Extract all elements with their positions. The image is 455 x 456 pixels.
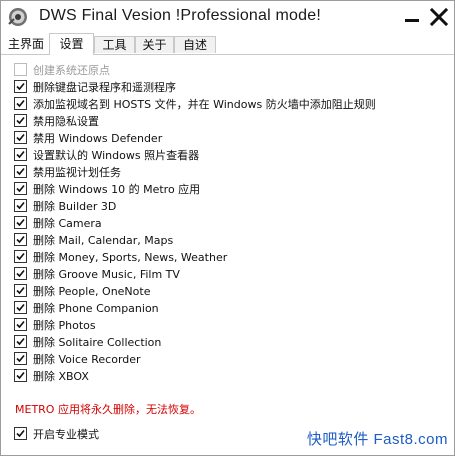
option-label: 设置默认的 Windows 照片查看器 xyxy=(33,148,200,162)
checkbox-box[interactable] xyxy=(14,267,27,280)
option-label: 创建系统还原点 xyxy=(33,63,110,77)
option-checkbox[interactable]: 设置默认的 Windows 照片查看器 xyxy=(14,146,199,163)
title-bar[interactable]: DWS Final Vesion !Professional mode! xyxy=(1,1,454,33)
option-label: 禁用隐私设置 xyxy=(33,114,99,128)
option-checkbox: 创建系统还原点 xyxy=(14,61,110,78)
option-checkbox[interactable]: 删除 Voice Recorder xyxy=(14,350,141,367)
checkbox-box[interactable] xyxy=(14,301,27,314)
option-checkbox[interactable]: 删除 Groove Music, Film TV xyxy=(14,265,180,282)
app-logo-icon xyxy=(7,6,29,28)
checkbox-box[interactable] xyxy=(14,165,27,178)
option-label: 删除键盘记录程序和遥测程序 xyxy=(33,80,176,94)
option-checkbox[interactable]: 删除 XBOX xyxy=(14,367,89,384)
option-label: 删除 Phone Companion xyxy=(33,301,159,315)
option-label: 删除 Mail, Calendar, Maps xyxy=(33,233,174,247)
tab-settings[interactable]: 设置 xyxy=(49,33,94,55)
option-checkbox[interactable]: 禁用监视计划任务 xyxy=(14,163,121,180)
option-label: 禁用监视计划任务 xyxy=(33,165,121,179)
checkbox-box xyxy=(14,63,27,76)
option-checkbox[interactable]: 删除 Camera xyxy=(14,214,102,231)
option-checkbox[interactable]: 删除键盘记录程序和遥测程序 xyxy=(14,78,176,95)
option-checkbox[interactable]: 删除 Money, Sports, News, Weather xyxy=(14,248,227,265)
pro-mode-checkbox[interactable]: 开启专业模式 xyxy=(14,425,99,442)
checkbox-box[interactable] xyxy=(14,250,27,263)
option-label: 删除 Money, Sports, News, Weather xyxy=(33,250,228,264)
checkbox-box[interactable] xyxy=(14,97,27,110)
checkbox-box[interactable] xyxy=(14,114,27,127)
option-label: 删除 XBOX xyxy=(33,369,89,383)
option-label: 禁用 Windows Defender xyxy=(33,131,163,145)
close-button[interactable] xyxy=(429,7,449,27)
option-checkbox[interactable]: 删除 Photos xyxy=(14,316,96,333)
window-title: DWS Final Vesion !Professional mode! xyxy=(39,7,321,24)
checkbox-box[interactable] xyxy=(14,284,27,297)
warning-text: METRO 应用将永久删除，无法恢复。 xyxy=(15,403,201,416)
checkbox-box[interactable] xyxy=(14,427,27,440)
checkbox-box[interactable] xyxy=(14,369,27,382)
tab-readme[interactable]: 自述 xyxy=(174,36,216,53)
option-label: 删除 Builder 3D xyxy=(33,199,117,213)
app-window: DWS Final Vesion !Professional mode! 主界面… xyxy=(0,0,455,456)
checkbox-box[interactable] xyxy=(14,131,27,144)
option-checkbox[interactable]: 删除 Builder 3D xyxy=(14,197,116,214)
option-label: 删除 Photos xyxy=(33,318,96,332)
checkbox-box[interactable] xyxy=(14,199,27,212)
option-checkbox[interactable]: 禁用 Windows Defender xyxy=(14,129,162,146)
checkbox-box[interactable] xyxy=(14,318,27,331)
checkbox-box[interactable] xyxy=(14,233,27,246)
tab-tools[interactable]: 工具 xyxy=(94,36,135,53)
checkbox-box[interactable] xyxy=(14,148,27,161)
option-checkbox[interactable]: 删除 Phone Companion xyxy=(14,299,159,316)
tab-bar: 主界面 设置 工具 关于 自述 xyxy=(1,33,454,55)
tab-main[interactable]: 主界面 xyxy=(4,36,48,53)
pro-mode-label: 开启专业模式 xyxy=(33,427,99,441)
checkbox-box[interactable] xyxy=(14,352,27,365)
option-label: 删除 Voice Recorder xyxy=(33,352,141,366)
checkbox-box[interactable] xyxy=(14,335,27,348)
settings-panel: 创建系统还原点删除键盘记录程序和遥测程序添加监视域名到 HOSTS 文件，并在 … xyxy=(1,55,454,455)
checkbox-box[interactable] xyxy=(14,80,27,93)
option-checkbox[interactable]: 删除 Solitaire Collection xyxy=(14,333,161,350)
option-label: 删除 Solitaire Collection xyxy=(33,335,162,349)
site-watermark: 快吧软件 Fast8.com xyxy=(306,431,448,448)
tab-about[interactable]: 关于 xyxy=(135,36,174,53)
checkbox-box[interactable] xyxy=(14,182,27,195)
option-label: 删除 People, OneNote xyxy=(33,284,151,298)
option-checkbox[interactable]: 禁用隐私设置 xyxy=(14,112,99,129)
option-checkbox[interactable]: 删除 People, OneNote xyxy=(14,282,150,299)
option-label: 删除 Windows 10 的 Metro 应用 xyxy=(33,182,201,196)
minimize-button[interactable] xyxy=(403,7,423,27)
option-label: 删除 Camera xyxy=(33,216,102,230)
option-checkbox[interactable]: 删除 Mail, Calendar, Maps xyxy=(14,231,173,248)
option-label: 删除 Groove Music, Film TV xyxy=(33,267,180,281)
option-checkbox[interactable]: 删除 Windows 10 的 Metro 应用 xyxy=(14,180,200,197)
option-label: 添加监视域名到 HOSTS 文件，并在 Windows 防火墙中添加阻止规则 xyxy=(33,97,376,111)
checkbox-box[interactable] xyxy=(14,216,27,229)
option-checkbox[interactable]: 添加监视域名到 HOSTS 文件，并在 Windows 防火墙中添加阻止规则 xyxy=(14,95,376,112)
